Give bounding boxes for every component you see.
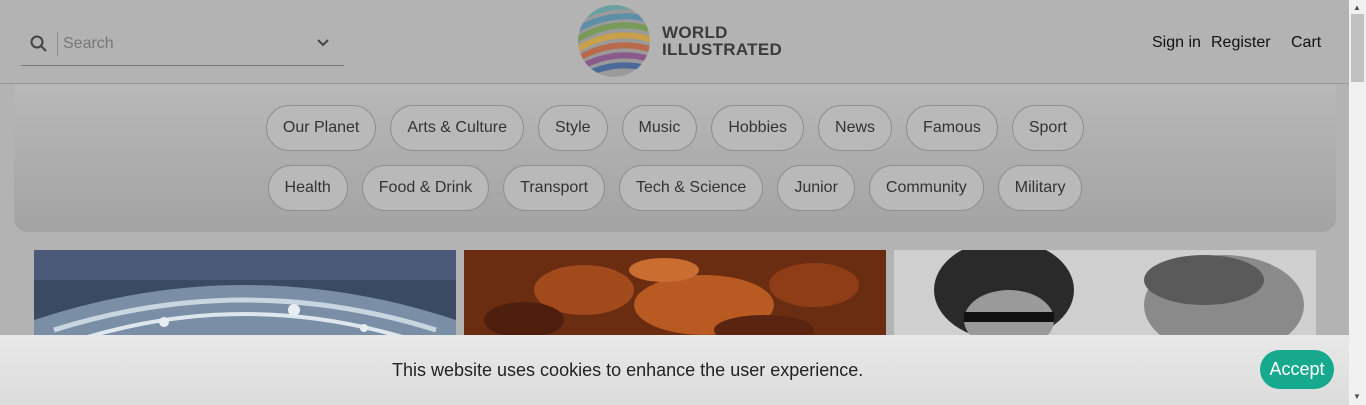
site-logo[interactable]: WORLD ILLUSTRATED <box>578 5 782 77</box>
category-sport[interactable]: Sport <box>1011 105 1085 151</box>
category-row-1: Our Planet Arts & Culture Style Music Ho… <box>14 105 1336 151</box>
category-tech-science[interactable]: Tech & Science <box>619 165 764 211</box>
logo-line-2: ILLUSTRATED <box>662 40 783 59</box>
card-image-portrait[interactable] <box>894 250 1316 340</box>
cookie-message: This website uses cookies to enhance the… <box>392 360 864 380</box>
scroll-down-arrow-icon[interactable]: ▼ <box>1353 392 1361 401</box>
category-community[interactable]: Community <box>868 165 984 211</box>
category-arts-culture[interactable]: Arts & Culture <box>390 105 524 151</box>
vertical-scrollbar[interactable]: ▲ ▼ <box>1349 0 1366 405</box>
logo-wordmark: WORLD ILLUSTRATED <box>662 24 782 58</box>
scroll-up-arrow-icon[interactable]: ▲ <box>1353 3 1361 12</box>
category-music[interactable]: Music <box>621 105 698 151</box>
sign-in-link[interactable]: Sign in <box>1152 34 1201 52</box>
category-row-2: Health Food & Drink Transport Tech & Sci… <box>14 165 1336 211</box>
category-style[interactable]: Style <box>537 105 608 151</box>
category-transport[interactable]: Transport <box>503 165 606 211</box>
search-input[interactable] <box>58 34 298 53</box>
card-image-painting[interactable] <box>464 250 886 340</box>
category-nav: Our Planet Arts & Culture Style Music Ho… <box>14 84 1336 232</box>
featured-cards <box>34 250 1316 340</box>
chevron-down-icon[interactable] <box>316 36 330 55</box>
register-link[interactable]: Register <box>1211 34 1271 52</box>
category-famous[interactable]: Famous <box>906 105 998 151</box>
category-hobbies[interactable]: Hobbies <box>711 105 805 151</box>
category-military[interactable]: Military <box>997 165 1083 211</box>
category-news[interactable]: News <box>818 105 893 151</box>
accept-cookies-button[interactable]: Accept <box>1260 350 1334 389</box>
logo-line-1: WORLD <box>662 23 728 42</box>
category-food-drink[interactable]: Food & Drink <box>361 165 490 211</box>
site-header: WORLD ILLUSTRATED Sign in Register Cart <box>0 0 1349 84</box>
category-our-planet[interactable]: Our Planet <box>265 105 377 151</box>
scrollbar-thumb[interactable] <box>1351 14 1364 82</box>
cart-link[interactable]: Cart <box>1291 34 1321 52</box>
globe-logo-icon <box>578 5 650 77</box>
category-junior[interactable]: Junior <box>777 165 855 211</box>
category-health[interactable]: Health <box>267 165 348 211</box>
search-icon[interactable] <box>21 35 57 53</box>
search-bar[interactable] <box>21 22 344 66</box>
card-image-planet[interactable] <box>34 250 456 340</box>
cookie-banner: This website uses cookies to enhance the… <box>0 335 1349 405</box>
